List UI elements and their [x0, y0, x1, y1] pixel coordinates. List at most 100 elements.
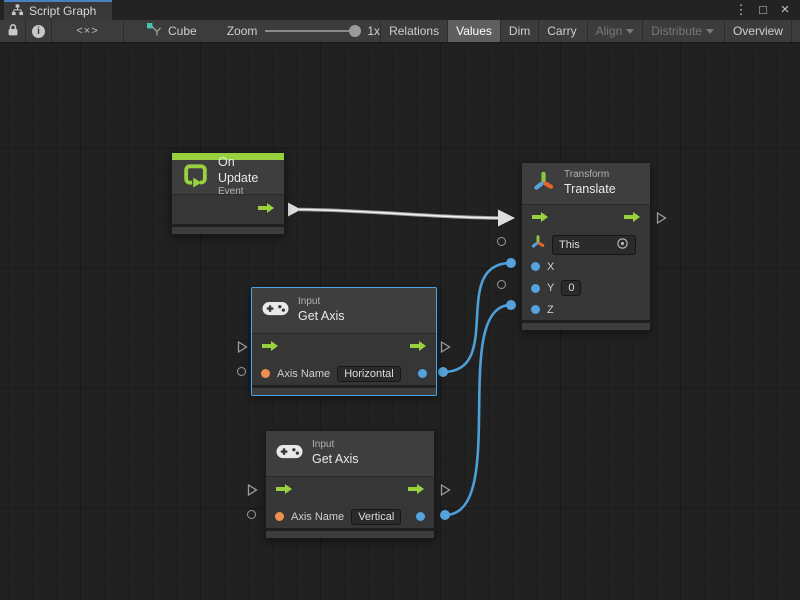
node-subtitle: Input — [298, 296, 345, 309]
axis-name-field[interactable]: Vertical — [351, 509, 401, 525]
node-title: Get Axis — [312, 452, 359, 468]
exec-row — [522, 205, 650, 233]
window-controls: ⋮ □ × — [732, 0, 800, 20]
node-translate[interactable]: Transform Translate — [521, 162, 651, 331]
exec-output-port[interactable] — [623, 210, 641, 228]
axis-name-input-port[interactable] — [275, 512, 284, 521]
gamepad-icon — [276, 443, 303, 465]
exec-wire-end-arrow-icon — [498, 210, 515, 227]
unconnected-value-port-marker[interactable] — [497, 237, 506, 246]
target-row: This — [522, 233, 650, 256]
unconnected-exec-port-marker[interactable] — [247, 483, 258, 502]
dim-button[interactable]: Dim — [500, 20, 538, 42]
tab-script-graph[interactable]: Script Graph — [4, 0, 112, 20]
node-header[interactable]: Input Get Axis — [252, 288, 436, 333]
node-get-axis-vertical[interactable]: Input Get Axis Axis Name Ver — [265, 430, 435, 539]
node-footer — [522, 320, 650, 330]
z-input-port[interactable] — [531, 305, 540, 314]
unconnected-value-port-marker[interactable] — [237, 367, 246, 376]
unconnected-exec-port-marker[interactable] — [440, 340, 451, 359]
y-input-port[interactable] — [531, 284, 540, 293]
zoom-slider-track[interactable] — [265, 30, 355, 32]
full-screen-button[interactable]: Full Screen — [791, 20, 800, 42]
transform-port-icon[interactable] — [531, 235, 545, 254]
this-target-field[interactable]: This — [552, 235, 636, 255]
zoom-value: 1x — [367, 24, 380, 38]
zoom-label: Zoom — [227, 24, 258, 38]
tab-bar: Script Graph ⋮ □ × — [0, 0, 800, 20]
exec-output-port[interactable] — [409, 339, 427, 357]
zoom-control: Zoom 1x — [227, 24, 380, 38]
exec-output-port[interactable] — [257, 201, 275, 219]
exec-input-port[interactable] — [261, 339, 279, 357]
distribute-dropdown[interactable]: Distribute — [642, 20, 722, 42]
axis-name-label: Axis Name — [291, 511, 344, 523]
code-icon: <×> — [76, 25, 98, 37]
carry-label: Carry — [547, 24, 576, 38]
unconnected-value-port-marker[interactable] — [247, 510, 256, 519]
exec-input-port[interactable] — [275, 482, 293, 500]
graph-object-label: Cube — [168, 24, 197, 38]
node-subtitle: Input — [312, 439, 359, 452]
window-menu-icon[interactable]: ⋮ — [732, 1, 750, 19]
carry-button[interactable]: Carry — [538, 20, 584, 42]
axis-value-output-port[interactable] — [416, 512, 425, 521]
graph-tree-icon — [11, 4, 24, 19]
exec-output-port[interactable] — [407, 482, 425, 500]
close-icon[interactable]: × — [776, 1, 794, 19]
wire-endpoint-dot[interactable] — [440, 510, 450, 520]
values-button[interactable]: Values — [447, 20, 500, 42]
view-options-group: Relations Values Dim Carry Align Distrib… — [380, 20, 800, 42]
wire-endpoint-dot[interactable] — [438, 367, 448, 377]
preview-code-button[interactable]: <×> — [52, 20, 124, 42]
unconnected-exec-port-marker[interactable] — [656, 211, 667, 230]
exec-input-port[interactable] — [531, 210, 549, 228]
x-port-label: X — [547, 261, 554, 273]
node-header[interactable]: Input Get Axis — [266, 431, 434, 476]
wire-endpoint-dot[interactable] — [506, 300, 516, 310]
graph-object-group: Cube — [146, 22, 197, 40]
axis-name-row: Axis Name Horizontal — [252, 362, 436, 385]
unconnected-exec-port-marker[interactable] — [440, 483, 451, 502]
node-header[interactable]: On Update Event — [172, 160, 284, 194]
lock-button[interactable] — [0, 20, 26, 42]
exec-output-row — [172, 195, 284, 224]
overview-button[interactable]: Overview — [724, 20, 791, 42]
unconnected-value-port-marker[interactable] — [497, 280, 506, 289]
x-input-port[interactable] — [531, 262, 540, 271]
update-loop-icon — [182, 161, 209, 193]
align-label: Align — [596, 24, 623, 38]
x-input-row: X — [522, 256, 650, 277]
axis-name-input-port[interactable] — [261, 369, 270, 378]
axis-name-field[interactable]: Horizontal — [337, 366, 401, 382]
info-button[interactable]: i — [26, 20, 52, 42]
node-header[interactable]: Transform Translate — [522, 163, 650, 204]
dim-label: Dim — [509, 24, 530, 38]
this-target-value: This — [559, 239, 580, 251]
values-label: Values — [456, 24, 492, 38]
y-value-field[interactable]: 0 — [561, 280, 581, 296]
node-on-update[interactable]: On Update Event — [171, 152, 285, 235]
axis-value-output-port[interactable] — [418, 369, 427, 378]
z-port-label: Z — [547, 304, 554, 316]
value-wire-vertical-to-z[interactable] — [445, 305, 511, 515]
maximize-icon[interactable]: □ — [754, 1, 772, 19]
axis-name-row: Axis Name Vertical — [266, 505, 434, 528]
graph-asset-icon — [146, 22, 162, 40]
node-title: On Update — [218, 155, 274, 186]
zoom-slider-handle[interactable] — [349, 25, 361, 37]
lock-icon — [7, 23, 19, 40]
node-footer — [172, 224, 284, 234]
align-dropdown[interactable]: Align — [587, 20, 643, 42]
left-tool-group: i <×> — [0, 20, 124, 42]
object-picker-icon[interactable] — [616, 237, 629, 253]
relations-button[interactable]: Relations — [380, 20, 447, 42]
chevron-down-icon — [626, 29, 634, 34]
y-port-label: Y — [547, 282, 554, 294]
node-title: Get Axis — [298, 309, 345, 325]
node-get-axis-horizontal[interactable]: Input Get Axis Axis Name Hor — [251, 287, 437, 396]
graph-canvas[interactable]: On Update Event — [0, 43, 800, 600]
unconnected-exec-port-marker[interactable] — [237, 340, 248, 359]
info-icon: i — [32, 25, 45, 38]
wire-endpoint-dot[interactable] — [506, 258, 516, 268]
